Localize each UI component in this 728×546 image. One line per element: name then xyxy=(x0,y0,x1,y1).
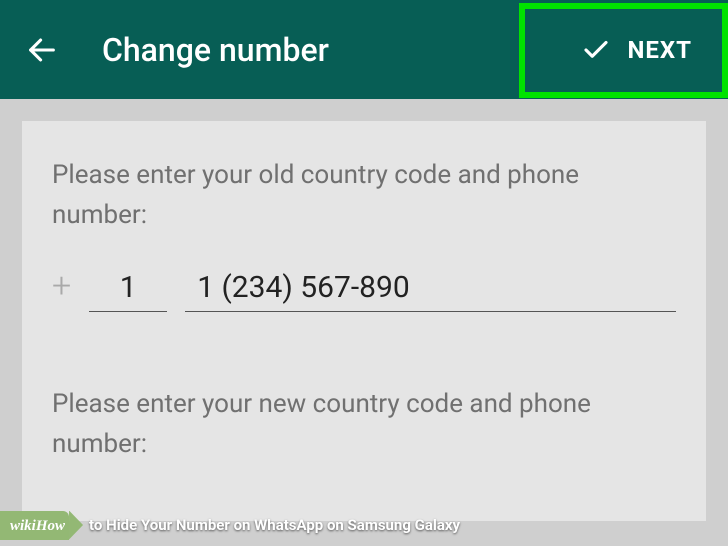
old-number-row: + xyxy=(52,266,676,312)
old-country-code-input[interactable] xyxy=(89,266,167,312)
plus-prefix: + xyxy=(52,266,71,312)
wikihow-logo: wikiHow xyxy=(0,511,69,540)
wikihow-logo-how: How xyxy=(36,518,65,534)
wikihow-logo-wiki: wiki xyxy=(10,518,36,534)
new-number-prompt: Please enter your new country code and p… xyxy=(52,384,676,465)
arrow-left-icon xyxy=(25,33,59,67)
page-title: Change number xyxy=(102,31,557,69)
check-icon xyxy=(581,35,611,65)
content-area: Please enter your old country code and p… xyxy=(0,99,728,543)
old-phone-input[interactable] xyxy=(185,266,676,312)
form-card: Please enter your old country code and p… xyxy=(22,121,706,521)
old-number-prompt: Please enter your old country code and p… xyxy=(52,155,676,236)
wikihow-caption: to Hide Your Number on WhatsApp on Samsu… xyxy=(69,511,470,539)
wikihow-banner: wikiHow to Hide Your Number on WhatsApp … xyxy=(0,510,470,540)
next-button[interactable]: NEXT xyxy=(557,20,716,80)
next-button-label: NEXT xyxy=(627,36,692,64)
screen-root: Change number NEXT Please enter your old… xyxy=(0,0,728,546)
app-bar: Change number NEXT xyxy=(0,0,728,99)
back-button[interactable] xyxy=(12,20,72,80)
